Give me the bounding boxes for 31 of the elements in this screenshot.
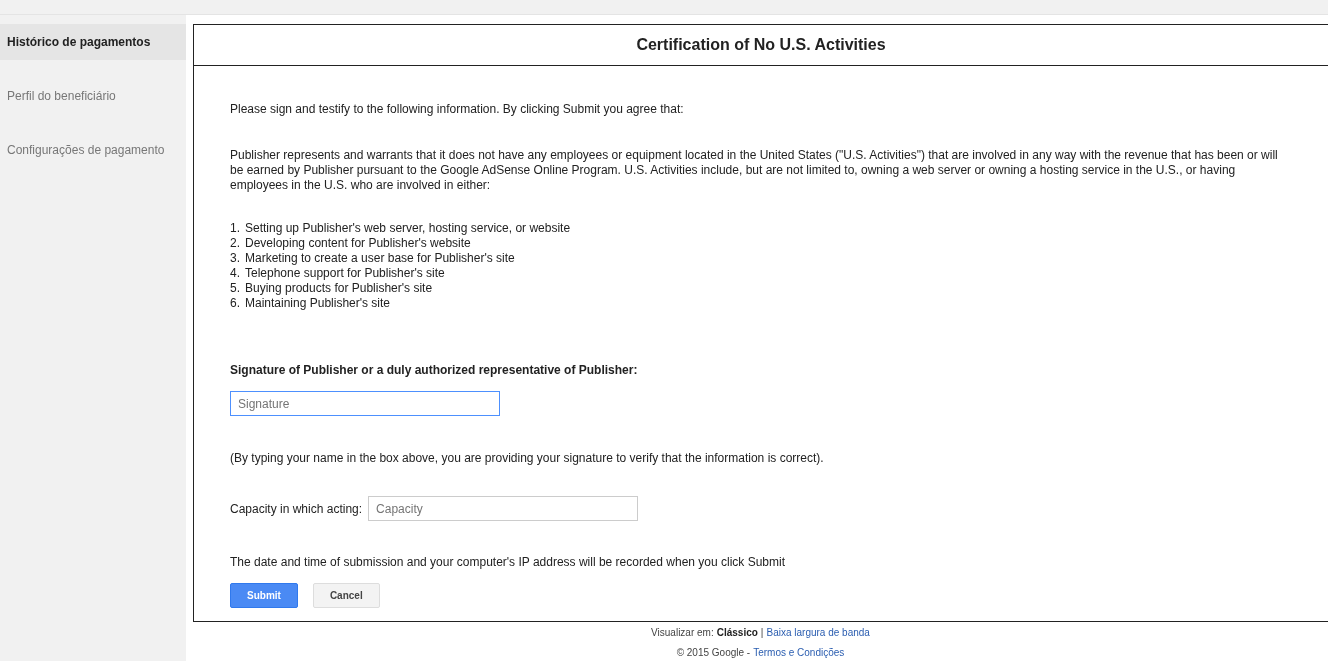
list-number: 6. [230,296,241,311]
signature-field[interactable]: Signature [230,391,500,416]
sidebar-item[interactable]: Perfil do beneficiário [0,78,186,114]
capacity-label: Capacity in which acting: [230,501,363,516]
list-number: 4. [230,266,241,281]
list-item-text: Telephone support for Publisher's site [245,266,445,281]
capacity-field[interactable]: Capacity [368,496,639,521]
list-item-text: Marketing to create a user base for Publisher's site [245,251,515,266]
copyright-text: © 2015 Google - [676,646,751,658]
cancel-button[interactable]: Cancel [312,583,380,608]
list-item-text: Buying products for Publisher's site [245,281,433,296]
record-note: The date and time of submission and your computer's IP address will be recorded when you click Submit [230,555,786,570]
intro-text: Please sign and testify to the following information. By clicking Submit you agree that: [230,102,685,117]
dialog-title: Certification of No U.S. Activities [194,25,1328,66]
separator: | [760,626,764,638]
view-current: Clássico [716,626,758,638]
signature-note: (By typing your name in the box above, you are providing your signature to verify that the information is correct). [230,451,825,466]
list-item-text: Maintaining Publisher's site [245,296,391,311]
list-number: 2. [230,236,241,251]
view-label: Visualizar em: [651,626,714,638]
list-item-text: Developing content for Publisher's website [245,236,471,251]
list-number: 1. [230,221,241,236]
list-number: 3. [230,251,241,266]
statement-text: Publisher represents and warrants that it does not have any employees or equipment located in the United States ("U.S. Activities") that are involved in any way with the revenue that has been or will be earned by Publisher pursuant to the Google AdSense Online Program. U.S. Activities include, but are not limited to, owning a web server or owning a hosting service in the U.S., or having employees in the U.S. who are involved in either: [230,148,1279,193]
list-number: 5. [230,281,241,296]
low-bandwidth-link[interactable]: Baixa largura de banda [766,626,870,638]
sidebar-item[interactable]: Histórico de pagamentos [0,24,186,60]
terms-link[interactable]: Termos e Condições [753,646,845,658]
sidebar-item[interactable]: Configurações de pagamento [0,132,186,168]
signature-heading: Signature of Publisher or a duly authorized representative of Publisher: [230,363,639,378]
list-item-text: Setting up Publisher's web server, hosting service, or website [245,221,571,236]
